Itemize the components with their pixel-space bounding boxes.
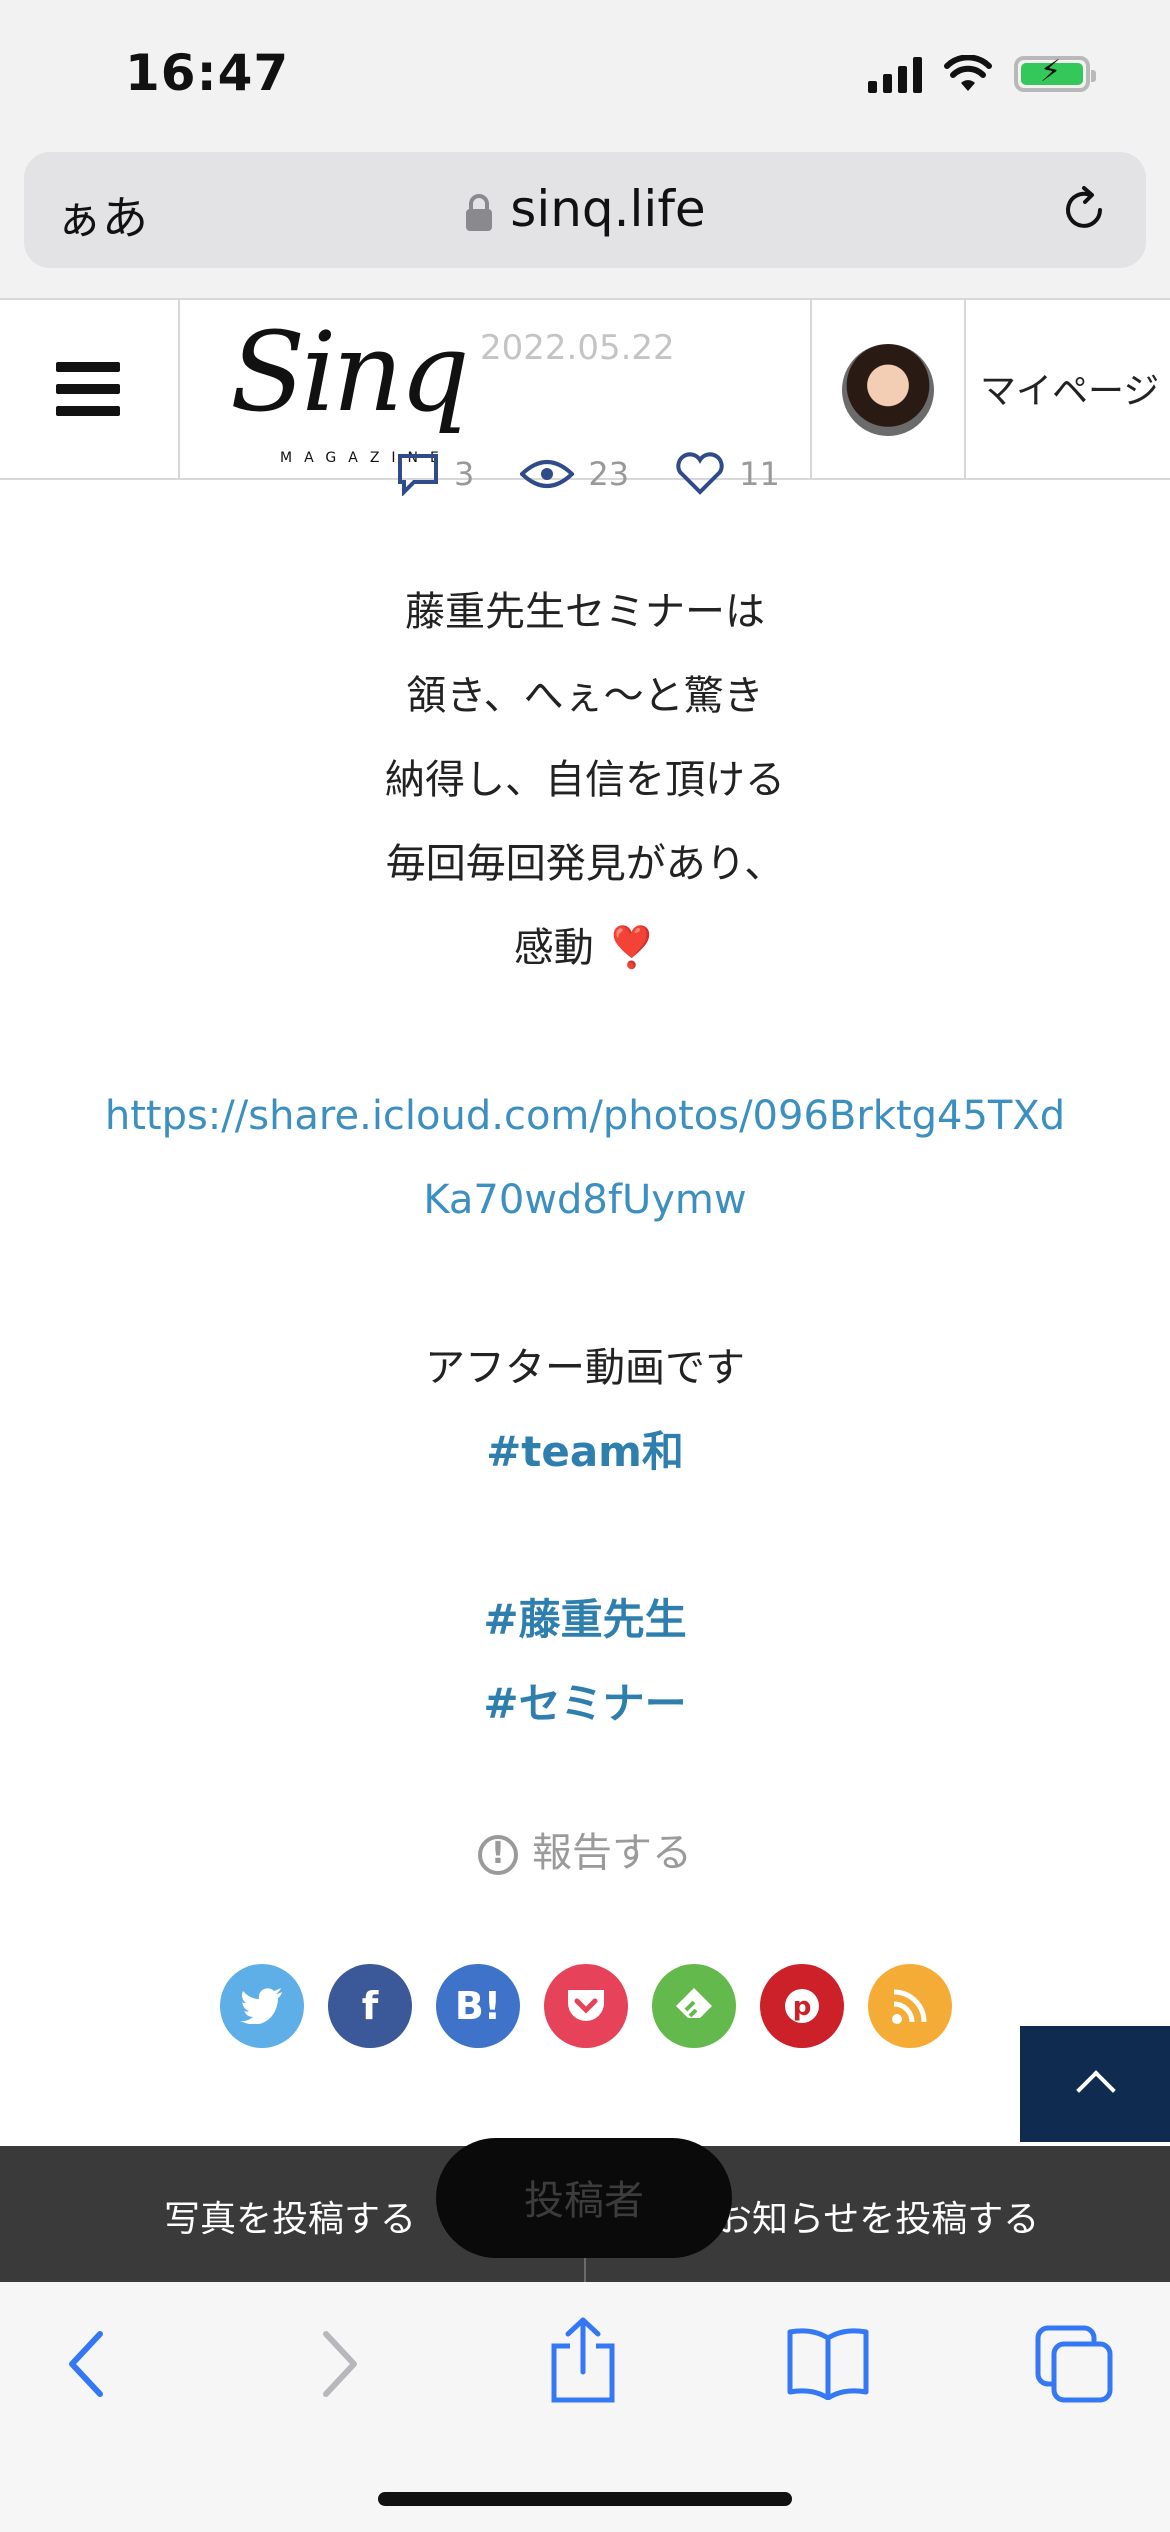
mypage-link[interactable]: マイページ: [980, 362, 1159, 414]
share-icon[interactable]: [548, 2316, 618, 2406]
svg-text:p: p: [793, 1992, 812, 2022]
like-count[interactable]: 11: [675, 452, 780, 496]
scroll-to-top-button[interactable]: [1020, 2026, 1170, 2142]
comment-icon: [398, 454, 438, 496]
heart-icon: [676, 452, 724, 495]
hatena-bookmark-icon[interactable]: B!: [436, 1964, 520, 2048]
view-count: 23: [520, 452, 629, 496]
hashtag-team-wa[interactable]: #team和: [0, 1410, 1170, 1494]
signal-icon: [868, 55, 922, 93]
back-icon[interactable]: [62, 2324, 112, 2404]
post-date: 2022.05.22: [480, 328, 675, 368]
eye-icon: [520, 460, 575, 488]
avatar: [842, 344, 934, 436]
comment-count[interactable]: 3: [396, 452, 474, 496]
reload-icon[interactable]: [1058, 184, 1110, 236]
facebook-share-icon[interactable]: f: [328, 1964, 412, 2048]
after-video-text: アフター動画です: [425, 1345, 745, 1391]
wifi-icon: [944, 55, 992, 91]
logo-text: Sinq: [230, 308, 470, 436]
body-line: 藤重先生セミナーは: [405, 589, 765, 635]
home-indicator: [378, 2492, 792, 2506]
avatar-button[interactable]: [812, 300, 966, 478]
battery-icon: ⚡: [1014, 54, 1096, 92]
body-line: 頷き、へぇ〜と驚き: [406, 673, 764, 719]
bookmarks-icon[interactable]: [786, 2324, 870, 2400]
post-body: 藤重先生セミナーは 頷き、へぇ〜と驚き 納得し、自信を頂ける 毎回毎回発見があり…: [0, 570, 1170, 1746]
forward-icon[interactable]: [314, 2324, 364, 2404]
body-line: 毎回毎回発見があり、: [385, 841, 785, 887]
body-line: 納得し、自信を頂ける: [385, 757, 785, 803]
menu-button[interactable]: [0, 300, 180, 478]
address-bar[interactable]: ぁあ sinq.life: [24, 152, 1146, 268]
post-stats: 3 23 11: [396, 452, 780, 496]
lock-icon: [466, 193, 493, 231]
tabs-icon[interactable]: [1034, 2324, 1114, 2404]
poster-label: 投稿者: [524, 2178, 644, 2224]
share-buttons: f B! p: [220, 1964, 952, 2048]
icloud-link-line-2[interactable]: Ka70wd8fUymw: [0, 1158, 1170, 1242]
twitter-share-icon[interactable]: [220, 1964, 304, 2048]
pocket-share-icon[interactable]: [544, 1964, 628, 2048]
feedly-share-icon[interactable]: [652, 1964, 736, 2048]
hashtag-seminar[interactable]: #セミナー: [0, 1662, 1170, 1746]
alert-icon: [478, 1835, 518, 1875]
url-field[interactable]: sinq.life: [24, 180, 1146, 238]
status-time: 16:47: [125, 44, 290, 102]
report-button[interactable]: 報告する: [0, 1820, 1170, 1878]
url-domain: sinq.life: [510, 180, 706, 238]
post-notice-button[interactable]: お知らせを投稿する: [716, 2190, 1039, 2242]
hashtag-fujishige[interactable]: #藤重先生: [0, 1578, 1170, 1662]
poster-button[interactable]: 投稿者: [436, 2138, 732, 2258]
post-photo-button[interactable]: 写真を投稿する: [164, 2190, 416, 2242]
comment-count-value: 3: [454, 455, 475, 493]
icloud-link-line-1[interactable]: https://share.icloud.com/photos/096Brktg…: [0, 1074, 1170, 1158]
status-bar: 16:47 ⚡: [0, 0, 1170, 150]
body-line: 感動 ❣️: [513, 925, 657, 971]
view-count-value: 23: [588, 455, 630, 493]
rss-feed-icon[interactable]: [868, 1964, 952, 2048]
like-count-value: 11: [739, 455, 780, 493]
pinterest-share-icon[interactable]: p: [760, 1964, 844, 2048]
status-icons: ⚡: [868, 54, 1096, 93]
report-label: 報告する: [532, 1830, 692, 1876]
